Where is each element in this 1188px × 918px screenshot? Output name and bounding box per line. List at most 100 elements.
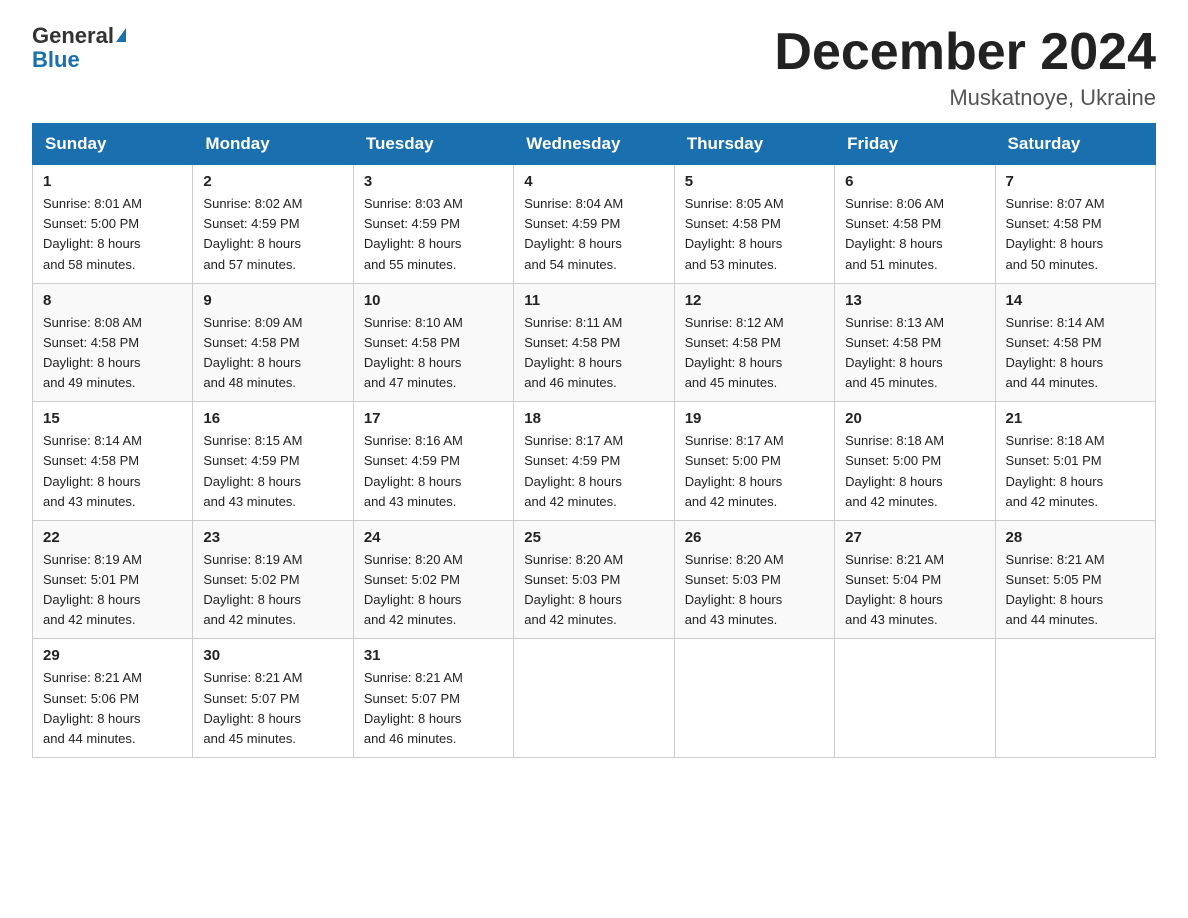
day-info: Sunrise: 8:21 AM Sunset: 5:06 PM Dayligh… bbox=[43, 668, 182, 749]
day-info: Sunrise: 8:08 AM Sunset: 4:58 PM Dayligh… bbox=[43, 313, 182, 394]
day-number: 20 bbox=[845, 410, 984, 427]
calendar-cell: 14 Sunrise: 8:14 AM Sunset: 4:58 PM Dayli… bbox=[995, 283, 1155, 402]
page-header: General Blue December 2024 Muskatnoye, U… bbox=[32, 24, 1156, 111]
day-number: 5 bbox=[685, 173, 824, 190]
day-info: Sunrise: 8:21 AM Sunset: 5:07 PM Dayligh… bbox=[203, 668, 342, 749]
header-friday: Friday bbox=[835, 124, 995, 165]
calendar-cell: 24 Sunrise: 8:20 AM Sunset: 5:02 PM Dayli… bbox=[353, 520, 513, 639]
day-info: Sunrise: 8:20 AM Sunset: 5:02 PM Dayligh… bbox=[364, 550, 503, 631]
day-info: Sunrise: 8:21 AM Sunset: 5:07 PM Dayligh… bbox=[364, 668, 503, 749]
day-info: Sunrise: 8:01 AM Sunset: 5:00 PM Dayligh… bbox=[43, 194, 182, 275]
day-number: 11 bbox=[524, 292, 663, 309]
day-info: Sunrise: 8:06 AM Sunset: 4:58 PM Dayligh… bbox=[845, 194, 984, 275]
calendar-cell: 9Sunrise: 8:09 AM Sunset: 4:58 PM Daylig… bbox=[193, 283, 353, 402]
calendar-week-row: 15 Sunrise: 8:14 AM Sunset: 4:58 PM Dayli… bbox=[33, 402, 1156, 521]
day-info: Sunrise: 8:14 AM Sunset: 4:58 PM Dayligh… bbox=[43, 431, 182, 512]
calendar-cell: 3Sunrise: 8:03 AM Sunset: 4:59 PM Daylig… bbox=[353, 165, 513, 284]
logo: General Blue bbox=[32, 24, 126, 72]
day-number: 29 bbox=[43, 647, 182, 664]
calendar-cell: 19 Sunrise: 8:17 AM Sunset: 5:00 PM Dayli… bbox=[674, 402, 834, 521]
calendar-cell: 31 Sunrise: 8:21 AM Sunset: 5:07 PM Dayli… bbox=[353, 639, 513, 758]
day-number: 16 bbox=[203, 410, 342, 427]
day-number: 25 bbox=[524, 529, 663, 546]
calendar-cell: 7Sunrise: 8:07 AM Sunset: 4:58 PM Daylig… bbox=[995, 165, 1155, 284]
day-number: 19 bbox=[685, 410, 824, 427]
logo-general: General bbox=[32, 23, 114, 48]
header-tuesday: Tuesday bbox=[353, 124, 513, 165]
day-number: 22 bbox=[43, 529, 182, 546]
calendar-cell: 11 Sunrise: 8:11 AM Sunset: 4:58 PM Dayli… bbox=[514, 283, 674, 402]
calendar-cell bbox=[835, 639, 995, 758]
day-info: Sunrise: 8:11 AM Sunset: 4:58 PM Dayligh… bbox=[524, 313, 663, 394]
day-info: Sunrise: 8:19 AM Sunset: 5:02 PM Dayligh… bbox=[203, 550, 342, 631]
calendar-cell: 2 Sunrise: 8:02 AM Sunset: 4:59 PM Daylig… bbox=[193, 165, 353, 284]
header-wednesday: Wednesday bbox=[514, 124, 674, 165]
day-number: 31 bbox=[364, 647, 503, 664]
calendar-cell: 17 Sunrise: 8:16 AM Sunset: 4:59 PM Dayli… bbox=[353, 402, 513, 521]
day-number: 8 bbox=[43, 292, 182, 309]
day-number: 28 bbox=[1006, 529, 1145, 546]
calendar-cell: 16Sunrise: 8:15 AM Sunset: 4:59 PM Dayli… bbox=[193, 402, 353, 521]
calendar-cell: 1 Sunrise: 8:01 AM Sunset: 5:00 PM Daylig… bbox=[33, 165, 193, 284]
calendar-week-row: 29 Sunrise: 8:21 AM Sunset: 5:06 PM Dayli… bbox=[33, 639, 1156, 758]
day-info: Sunrise: 8:14 AM Sunset: 4:58 PM Dayligh… bbox=[1006, 313, 1145, 394]
logo-blue: Blue bbox=[32, 47, 80, 72]
calendar-week-row: 1 Sunrise: 8:01 AM Sunset: 5:00 PM Daylig… bbox=[33, 165, 1156, 284]
location-subtitle: Muskatnoye, Ukraine bbox=[774, 85, 1156, 111]
calendar-week-row: 8 Sunrise: 8:08 AM Sunset: 4:58 PM Daylig… bbox=[33, 283, 1156, 402]
day-info: Sunrise: 8:17 AM Sunset: 5:00 PM Dayligh… bbox=[685, 431, 824, 512]
header-thursday: Thursday bbox=[674, 124, 834, 165]
calendar-cell: 4Sunrise: 8:04 AM Sunset: 4:59 PM Daylig… bbox=[514, 165, 674, 284]
day-info: Sunrise: 8:21 AM Sunset: 5:05 PM Dayligh… bbox=[1006, 550, 1145, 631]
day-info: Sunrise: 8:21 AM Sunset: 5:04 PM Dayligh… bbox=[845, 550, 984, 631]
day-number: 17 bbox=[364, 410, 503, 427]
day-info: Sunrise: 8:16 AM Sunset: 4:59 PM Dayligh… bbox=[364, 431, 503, 512]
day-info: Sunrise: 8:07 AM Sunset: 4:58 PM Dayligh… bbox=[1006, 194, 1145, 275]
day-number: 24 bbox=[364, 529, 503, 546]
day-number: 26 bbox=[685, 529, 824, 546]
calendar-cell bbox=[514, 639, 674, 758]
calendar-cell: 22Sunrise: 8:19 AM Sunset: 5:01 PM Dayli… bbox=[33, 520, 193, 639]
month-title: December 2024 bbox=[774, 24, 1156, 81]
day-info: Sunrise: 8:04 AM Sunset: 4:59 PM Dayligh… bbox=[524, 194, 663, 275]
calendar-cell: 6 Sunrise: 8:06 AM Sunset: 4:58 PM Daylig… bbox=[835, 165, 995, 284]
day-number: 12 bbox=[685, 292, 824, 309]
calendar-cell: 29 Sunrise: 8:21 AM Sunset: 5:06 PM Dayli… bbox=[33, 639, 193, 758]
day-info: Sunrise: 8:20 AM Sunset: 5:03 PM Dayligh… bbox=[685, 550, 824, 631]
day-number: 6 bbox=[845, 173, 984, 190]
calendar-cell: 28 Sunrise: 8:21 AM Sunset: 5:05 PM Dayli… bbox=[995, 520, 1155, 639]
day-number: 15 bbox=[43, 410, 182, 427]
day-number: 3 bbox=[364, 173, 503, 190]
day-number: 13 bbox=[845, 292, 984, 309]
title-area: December 2024 Muskatnoye, Ukraine bbox=[774, 24, 1156, 111]
calendar-cell: 26 Sunrise: 8:20 AM Sunset: 5:03 PM Dayli… bbox=[674, 520, 834, 639]
day-number: 27 bbox=[845, 529, 984, 546]
header-sunday: Sunday bbox=[33, 124, 193, 165]
calendar-cell: 13 Sunrise: 8:13 AM Sunset: 4:58 PM Dayli… bbox=[835, 283, 995, 402]
day-number: 1 bbox=[43, 173, 182, 190]
day-info: Sunrise: 8:17 AM Sunset: 4:59 PM Dayligh… bbox=[524, 431, 663, 512]
calendar-cell bbox=[674, 639, 834, 758]
calendar-table: SundayMondayTuesdayWednesdayThursdayFrid… bbox=[32, 123, 1156, 758]
day-info: Sunrise: 8:13 AM Sunset: 4:58 PM Dayligh… bbox=[845, 313, 984, 394]
day-number: 23 bbox=[203, 529, 342, 546]
day-info: Sunrise: 8:10 AM Sunset: 4:58 PM Dayligh… bbox=[364, 313, 503, 394]
calendar-cell: 23 Sunrise: 8:19 AM Sunset: 5:02 PM Dayli… bbox=[193, 520, 353, 639]
day-info: Sunrise: 8:18 AM Sunset: 5:01 PM Dayligh… bbox=[1006, 431, 1145, 512]
day-number: 30 bbox=[203, 647, 342, 664]
calendar-cell: 27 Sunrise: 8:21 AM Sunset: 5:04 PM Dayli… bbox=[835, 520, 995, 639]
calendar-cell: 18Sunrise: 8:17 AM Sunset: 4:59 PM Dayli… bbox=[514, 402, 674, 521]
day-number: 21 bbox=[1006, 410, 1145, 427]
calendar-cell: 12 Sunrise: 8:12 AM Sunset: 4:58 PM Dayli… bbox=[674, 283, 834, 402]
calendar-cell: 25Sunrise: 8:20 AM Sunset: 5:03 PM Dayli… bbox=[514, 520, 674, 639]
day-info: Sunrise: 8:02 AM Sunset: 4:59 PM Dayligh… bbox=[203, 194, 342, 275]
day-info: Sunrise: 8:18 AM Sunset: 5:00 PM Dayligh… bbox=[845, 431, 984, 512]
day-number: 14 bbox=[1006, 292, 1145, 309]
logo-text: General Blue bbox=[32, 24, 126, 72]
header-saturday: Saturday bbox=[995, 124, 1155, 165]
calendar-cell: 21 Sunrise: 8:18 AM Sunset: 5:01 PM Dayli… bbox=[995, 402, 1155, 521]
day-number: 2 bbox=[203, 173, 342, 190]
day-number: 10 bbox=[364, 292, 503, 309]
day-info: Sunrise: 8:12 AM Sunset: 4:58 PM Dayligh… bbox=[685, 313, 824, 394]
calendar-cell: 10 Sunrise: 8:10 AM Sunset: 4:58 PM Dayli… bbox=[353, 283, 513, 402]
